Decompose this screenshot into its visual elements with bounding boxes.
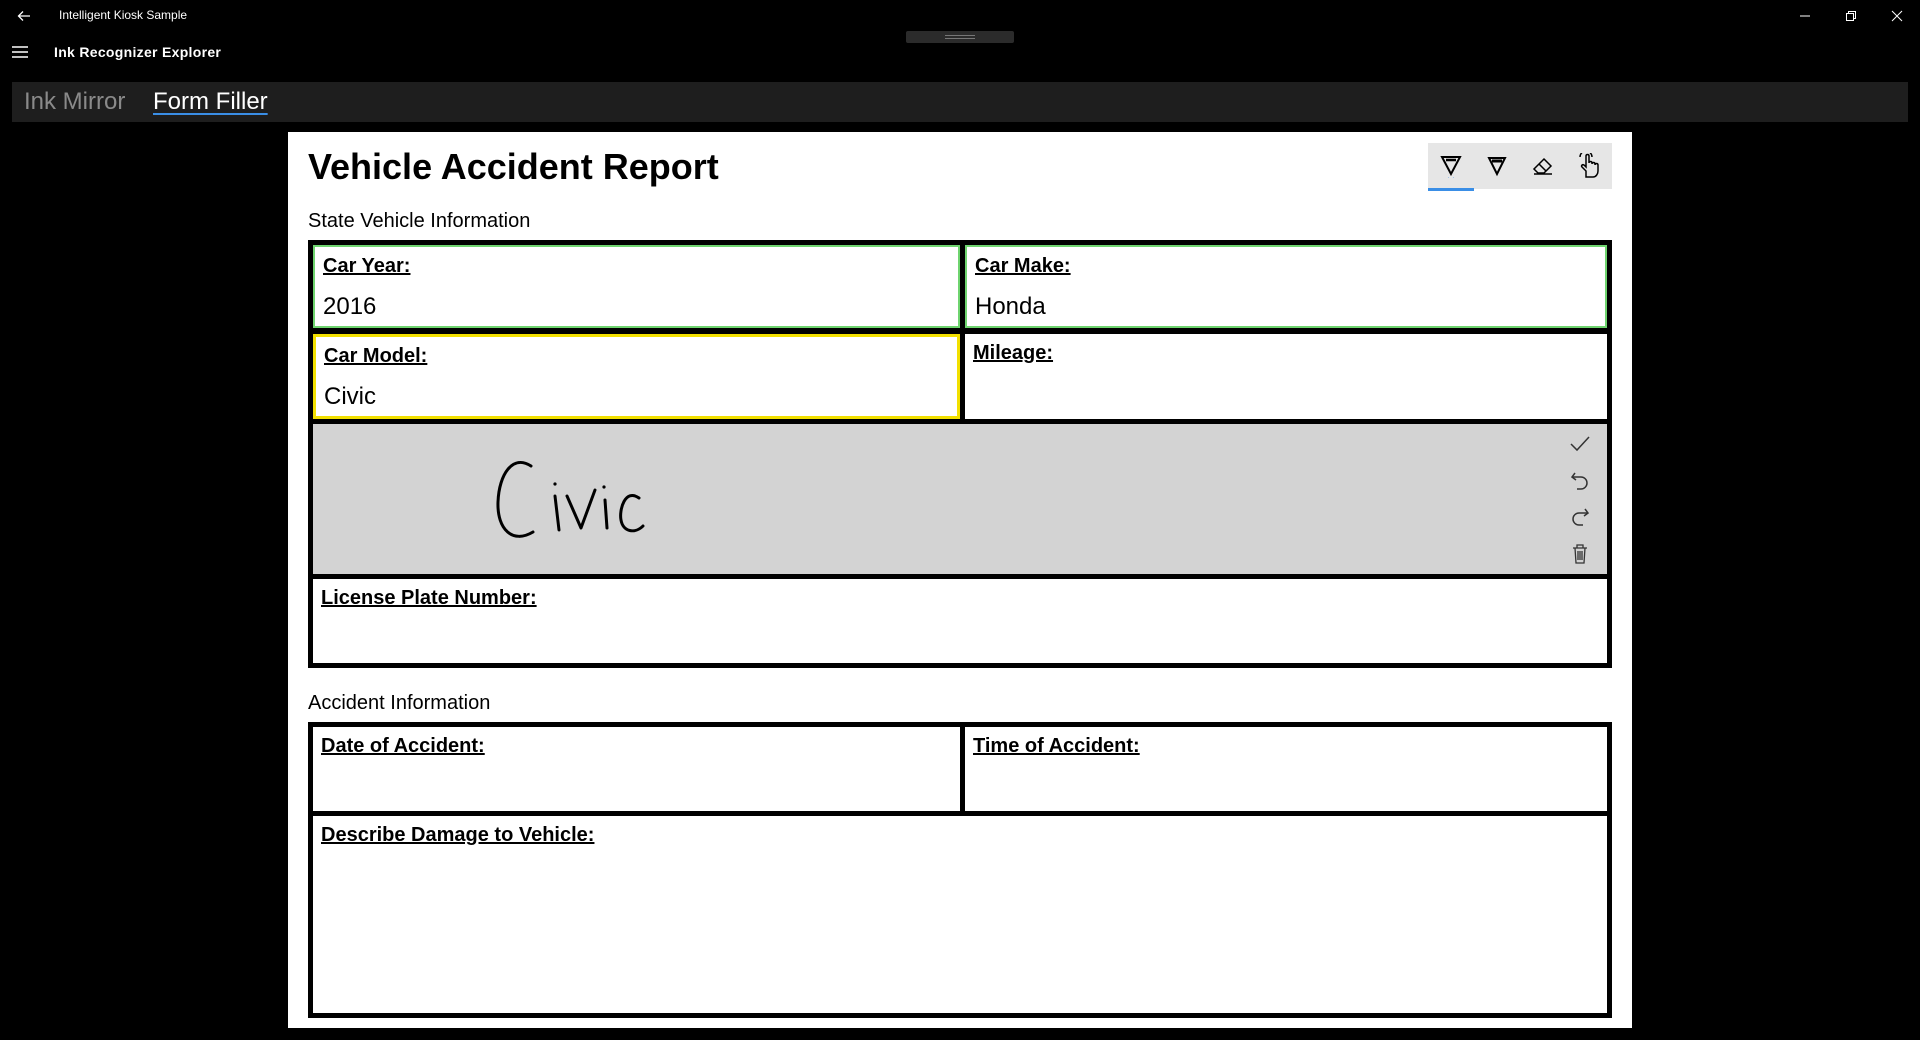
pencil-icon — [1487, 157, 1507, 177]
license-plate-field[interactable]: License Plate Number: — [313, 579, 1607, 663]
mileage-field[interactable]: Mileage: — [965, 334, 1607, 419]
undo-ink-button[interactable] — [1566, 466, 1594, 494]
restore-icon — [1846, 11, 1856, 21]
window-title: Intelligent Kiosk Sample — [59, 8, 188, 22]
handwriting-ink — [496, 460, 645, 538]
eraser-tool[interactable] — [1520, 143, 1566, 189]
back-button[interactable] — [10, 2, 38, 30]
ink-toolbar — [1428, 143, 1612, 191]
tab-ink-mirror[interactable]: Ink Mirror — [24, 88, 125, 116]
damage-description-field[interactable]: Describe Damage to Vehicle: — [313, 816, 1607, 1013]
license-plate-label: License Plate Number: — [321, 587, 537, 609]
car-make-value: Honda — [975, 293, 1046, 320]
car-year-label: Car Year: — [323, 255, 411, 277]
form-title: Vehicle Accident Report — [308, 146, 719, 187]
section-title-vehicle: State Vehicle Information — [308, 210, 531, 232]
tab-form-filler[interactable]: Form Filler — [153, 88, 268, 116]
car-model-label: Car Model: — [324, 345, 428, 367]
date-of-accident-field[interactable]: Date of Accident: — [313, 727, 960, 811]
redo-icon — [1572, 508, 1589, 526]
eraser-icon — [1532, 157, 1553, 175]
pivot-bar: Ink Mirror Form Filler — [12, 82, 1908, 122]
ink-canvas[interactable] — [313, 424, 1607, 574]
close-icon — [1891, 10, 1903, 22]
car-make-label: Car Make: — [975, 255, 1071, 277]
ballpoint-pen-tool[interactable] — [1428, 143, 1474, 191]
car-year-field[interactable]: Car Year: 2016 — [313, 245, 960, 328]
car-model-value: Civic — [324, 383, 376, 410]
minimize-button[interactable] — [1782, 0, 1828, 32]
minimize-icon — [1800, 15, 1810, 17]
time-of-accident-field[interactable]: Time of Accident: — [965, 727, 1607, 811]
vehicle-info-grid: Car Year: 2016 Car Make: Honda Car Model… — [308, 240, 1612, 668]
car-year-value: 2016 — [323, 293, 377, 320]
time-of-accident-label: Time of Accident: — [973, 735, 1140, 757]
accept-ink-button[interactable] — [1566, 430, 1594, 458]
restore-button[interactable] — [1828, 0, 1874, 32]
touch-writing-tool[interactable] — [1566, 143, 1612, 189]
title-bar: Intelligent Kiosk Sample — [0, 0, 1920, 32]
grip-icon — [945, 35, 975, 36]
accident-info-grid: Date of Accident: Time of Accident: Desc… — [308, 722, 1612, 1018]
clear-ink-button[interactable] — [1566, 540, 1594, 568]
back-arrow-icon — [17, 11, 30, 21]
form-page: Vehicle Accident Report State Vehicle In… — [288, 132, 1632, 1028]
close-button[interactable] — [1874, 0, 1920, 32]
mileage-label: Mileage: — [973, 342, 1054, 364]
ballpoint-pen-icon — [1440, 156, 1462, 178]
accept-check-icon — [1570, 436, 1590, 452]
pencil-tool[interactable] — [1474, 143, 1520, 189]
page-title: Ink Recognizer Explorer — [54, 44, 222, 60]
drag-handle[interactable] — [906, 31, 1014, 43]
hamburger-icon — [12, 46, 28, 58]
hamburger-menu-button[interactable] — [8, 40, 32, 64]
date-of-accident-label: Date of Accident: — [321, 735, 485, 757]
damage-description-label: Describe Damage to Vehicle: — [321, 824, 595, 846]
redo-ink-button[interactable] — [1566, 502, 1594, 530]
touch-writing-icon — [1579, 153, 1599, 178]
undo-icon — [1571, 472, 1588, 490]
section-title-accident: Accident Information — [308, 692, 491, 714]
car-model-field[interactable]: Car Model: Civic — [313, 334, 960, 419]
delete-trash-icon — [1573, 544, 1587, 564]
car-make-field[interactable]: Car Make: Honda — [965, 245, 1607, 328]
